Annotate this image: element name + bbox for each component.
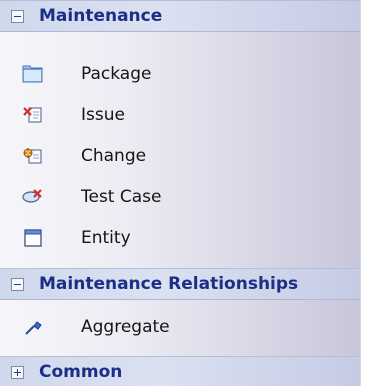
toolbox-item-issue[interactable]: Issue (0, 96, 360, 134)
toolbox-item-test-case[interactable]: Test Case (0, 178, 360, 216)
section-title: Maintenance Relationships (39, 274, 299, 294)
toolbox-panel: Maintenance Package Issue Change Test Ca… (0, 0, 361, 386)
aggregate-icon (22, 317, 44, 337)
expand-icon[interactable] (11, 366, 24, 379)
package-icon (22, 64, 44, 84)
section-header-common[interactable]: Common (0, 356, 360, 386)
toolbox-item-label: Entity (81, 228, 131, 248)
issue-icon (22, 105, 44, 125)
toolbox-item-label: Change (81, 146, 147, 166)
change-icon (22, 146, 44, 166)
toolbox-item-entity[interactable]: Entity (0, 219, 360, 257)
toolbox-item-package[interactable]: Package (0, 55, 360, 93)
section-header-maintenance[interactable]: Maintenance (0, 0, 360, 32)
toolbox-item-label: Issue (81, 105, 125, 125)
toolbox-item-label: Package (81, 64, 152, 84)
toolbox-item-aggregate[interactable]: Aggregate (0, 308, 360, 346)
entity-icon (22, 228, 44, 248)
test-case-icon (22, 187, 44, 207)
section-title: Maintenance (39, 6, 163, 26)
collapse-icon[interactable] (11, 10, 24, 23)
toolbox-item-label: Aggregate (81, 317, 170, 337)
toolbox-item-label: Test Case (81, 187, 162, 207)
section-title: Common (39, 362, 123, 382)
collapse-icon[interactable] (11, 278, 24, 291)
toolbox-item-change[interactable]: Change (0, 137, 360, 175)
section-header-maintenance-relationships[interactable]: Maintenance Relationships (0, 268, 360, 300)
